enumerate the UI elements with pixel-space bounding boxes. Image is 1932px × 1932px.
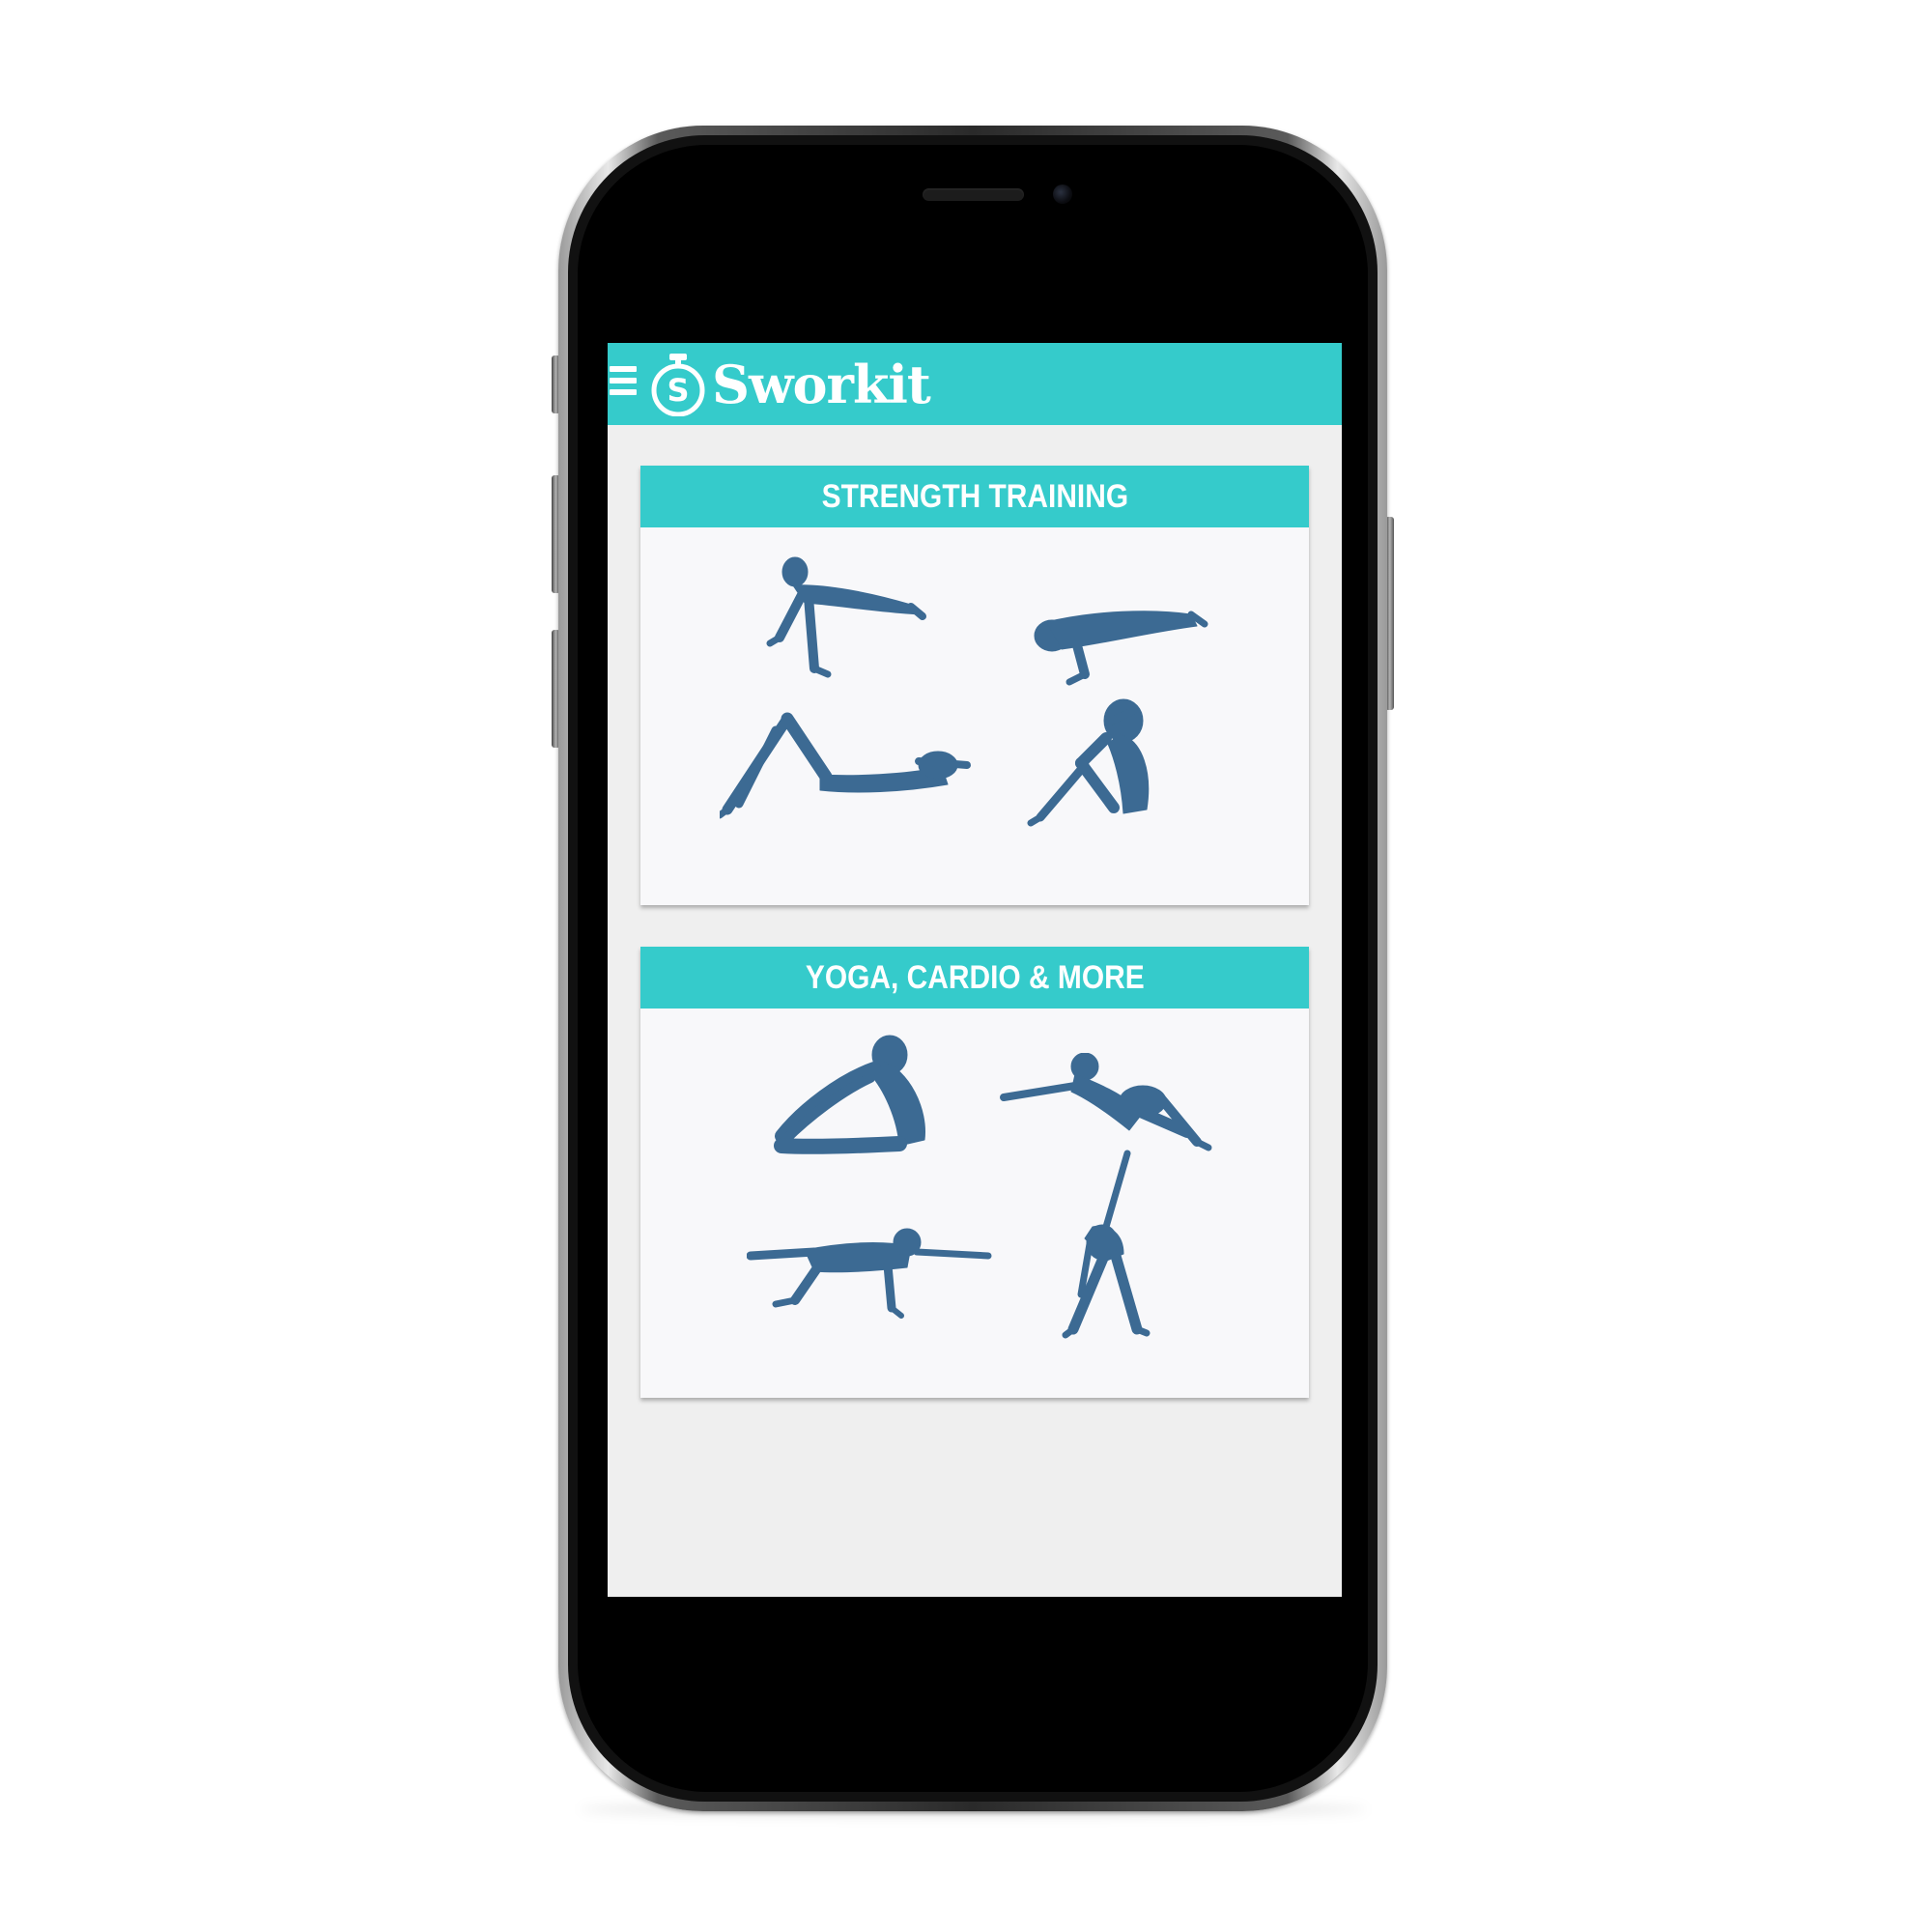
yoga-cardio-card[interactable]: YOGA, CARDIO & MORE: [640, 947, 1309, 1398]
front-camera: [1053, 185, 1072, 204]
stopwatch-logo-icon: S: [651, 354, 705, 416]
card-title-yoga: YOGA, CARDIO & MORE: [640, 947, 1309, 1009]
card-title-strength: STRENGTH TRAINING: [640, 466, 1309, 527]
crunch-figure: [720, 712, 971, 819]
speaker-grille: [923, 188, 1024, 201]
app-screen: S Sworkit STRENGTH TRAINING YOGA, CARDIO…: [608, 343, 1342, 1597]
device-mockup: S Sworkit STRENGTH TRAINING YOGA, CARDIO…: [0, 0, 1932, 1932]
app-header: S Sworkit: [608, 343, 1342, 425]
card-title-text: YOGA, CARDIO & MORE: [805, 959, 1145, 996]
menu-icon[interactable]: [610, 366, 637, 401]
sit-up-figure: [1027, 698, 1150, 827]
triangle-pose-figure: [1062, 1150, 1151, 1339]
card-title-text: STRENGTH TRAINING: [821, 478, 1128, 515]
strength-training-card[interactable]: STRENGTH TRAINING: [640, 466, 1309, 905]
bird-dog-figure: [747, 1228, 992, 1319]
low-plank-figure: [1034, 611, 1208, 686]
brand-name: Sworkit: [712, 354, 931, 415]
pushup-figure: [766, 556, 926, 678]
reclined-twist-figure: [1000, 1053, 1212, 1151]
forward-fold-figure: [774, 1035, 926, 1154]
logo-letter: S: [667, 372, 689, 409]
